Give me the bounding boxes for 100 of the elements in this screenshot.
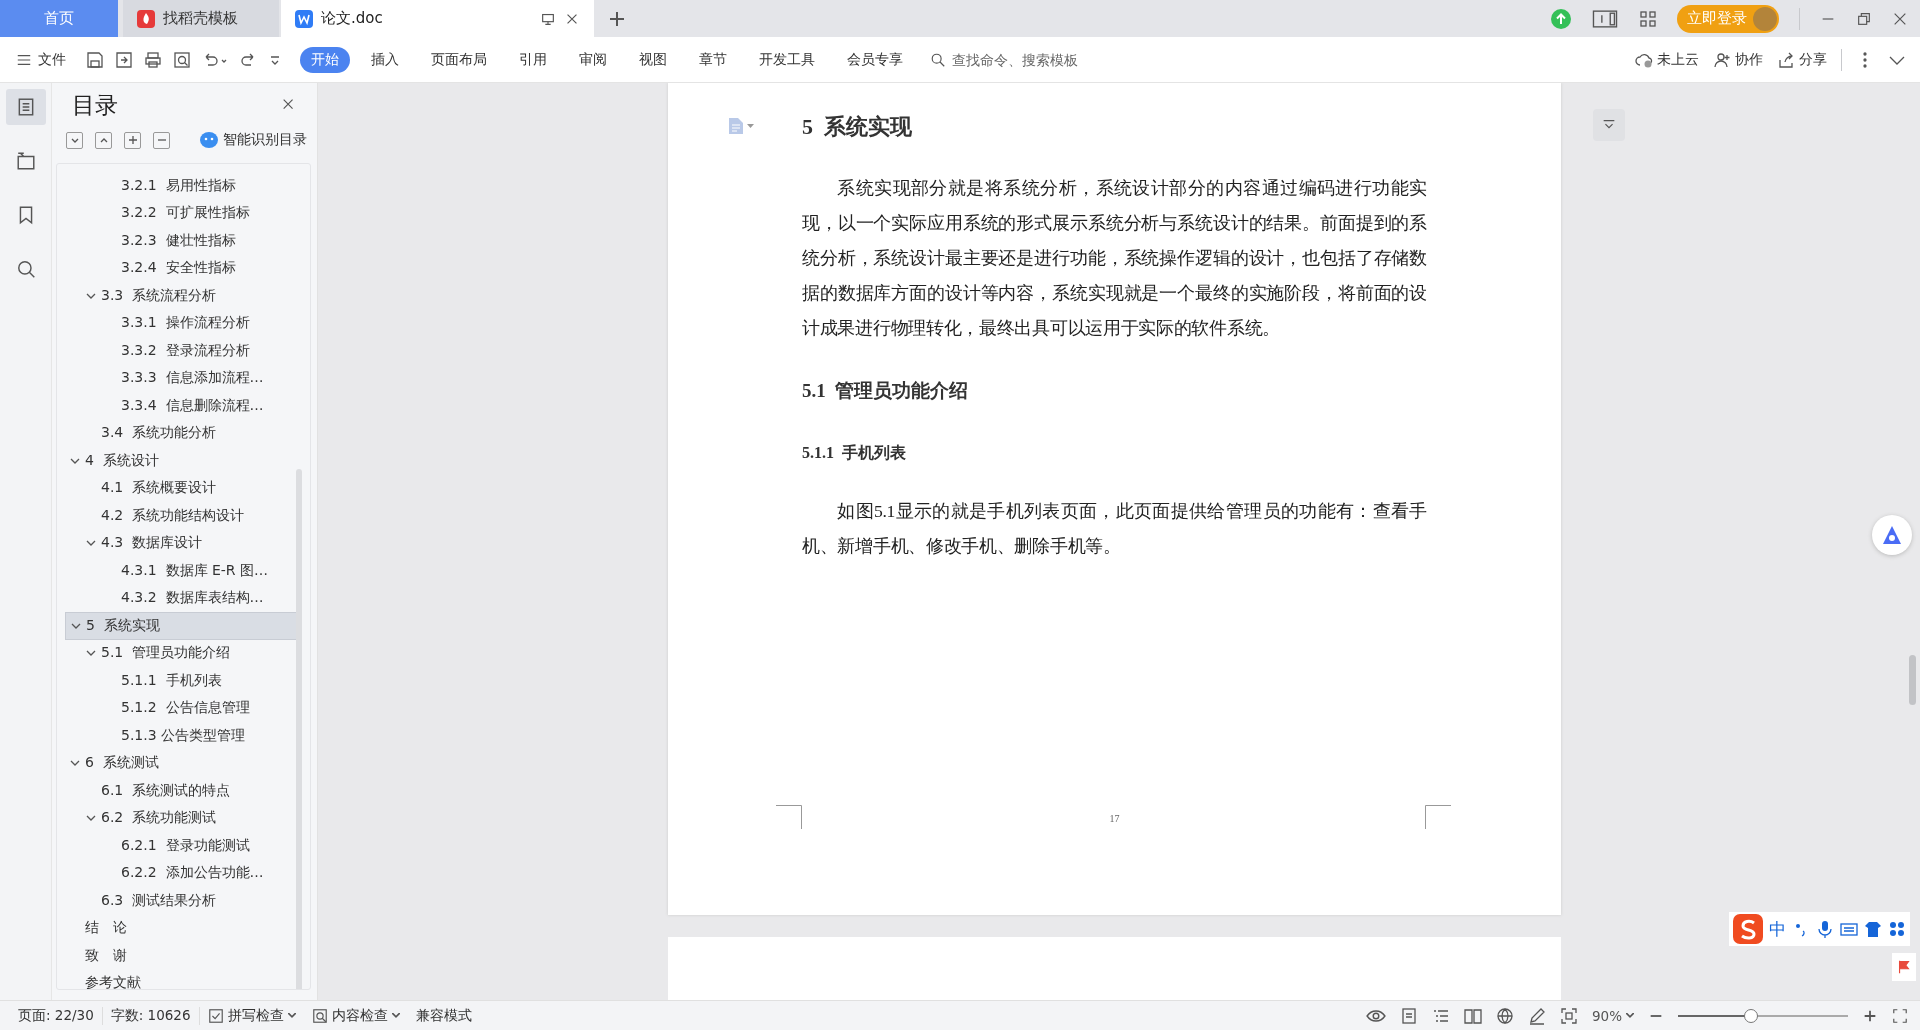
share-icon[interactable] — [1777, 50, 1795, 69]
toc-item[interactable]: 结 论 — [65, 914, 297, 942]
content-check-button[interactable]: 内容检查 — [303, 1006, 408, 1025]
zoom-level[interactable]: 90% — [1592, 1007, 1634, 1024]
caret-icon[interactable] — [391, 1013, 400, 1018]
restore-icon[interactable] — [1856, 10, 1872, 27]
chevron-icon[interactable] — [86, 814, 96, 823]
toc-item[interactable]: 5.1.1 手机列表 — [65, 667, 297, 695]
folder-icon[interactable] — [15, 151, 36, 171]
tab[interactable]: 论文.doc — [281, 0, 594, 37]
plus-icon[interactable] — [608, 9, 626, 28]
toc-item[interactable]: 致 谢 — [65, 942, 297, 970]
export-icon[interactable] — [115, 50, 133, 69]
toc-item[interactable]: 5.1.2 公告信息管理 — [65, 694, 297, 722]
tab[interactable]: 找稻壳模板 — [123, 0, 279, 37]
book-icon[interactable] — [1464, 1006, 1482, 1025]
toc-item[interactable]: 5 系统实现 — [65, 612, 297, 640]
ribbon-tab[interactable]: 插入 — [360, 46, 410, 73]
assistant-button[interactable] — [1872, 515, 1912, 555]
shirt-icon[interactable] — [1864, 920, 1882, 938]
slider-thumb[interactable] — [1744, 1008, 1759, 1023]
chevron-icon[interactable] — [70, 456, 80, 465]
scrollbar[interactable] — [296, 469, 302, 989]
chevron-icon[interactable] — [86, 291, 96, 300]
toc-panel-button[interactable] — [5, 89, 46, 125]
feedback-button[interactable] — [1892, 953, 1916, 981]
page-count[interactable]: 页面: 22/30 — [10, 1006, 103, 1025]
smart-toc-button[interactable]: 智能识别目录 — [200, 131, 307, 149]
search-icon[interactable] — [15, 259, 36, 279]
chevron-icon[interactable] — [86, 539, 96, 548]
toc-item[interactable]: 4.1 系统概要设计 — [65, 474, 297, 502]
toolbar-action[interactable]: 协作 — [1713, 50, 1763, 69]
toc-item[interactable]: 4.3.1 数据库 E-R 图… — [65, 557, 297, 585]
toc-item[interactable]: 3.2.2 可扩展性指标 — [65, 199, 297, 227]
chevron-icon[interactable] — [71, 621, 81, 630]
toc-item[interactable]: 6.3 测试结果分析 — [65, 887, 297, 915]
toolbar-action[interactable]: 分享 — [1777, 50, 1827, 69]
fullscreen-icon[interactable] — [1892, 1007, 1908, 1024]
toolbar-action[interactable]: 未上云 — [1635, 50, 1699, 69]
microphone-icon[interactable] — [1816, 920, 1834, 938]
ribbon-tab[interactable]: 章节 — [688, 46, 738, 73]
toc-item[interactable]: 3.3.1 操作流程分析 — [65, 309, 297, 337]
toc-item[interactable]: 5.1.3 公告类型管理 — [65, 722, 297, 750]
toc-item[interactable]: 3.3 系统流程分析 — [65, 282, 297, 310]
filter-button[interactable] — [1593, 109, 1625, 141]
add-button[interactable] — [124, 131, 141, 149]
pen-icon[interactable] — [1528, 1006, 1546, 1025]
grid-icon[interactable] — [1639, 9, 1657, 28]
ribbon-tab[interactable]: 页面布局 — [420, 46, 498, 73]
keyboard-icon[interactable] — [1840, 920, 1858, 938]
toc-item[interactable]: 3.4 系统功能分析 — [65, 419, 297, 447]
toc-item[interactable]: 6.1 系统测试的特点 — [65, 777, 297, 805]
ime-logo-icon[interactable] — [1733, 914, 1763, 944]
globe-icon[interactable] — [1496, 1006, 1514, 1025]
chevron-icon[interactable] — [86, 649, 96, 658]
search-field[interactable]: 查找命令、搜索模板 — [930, 50, 1104, 69]
remove-button[interactable] — [153, 131, 170, 149]
save-icon[interactable] — [86, 50, 104, 69]
ribbon-tab[interactable]: 审阅 — [568, 46, 618, 73]
toc-item[interactable]: 4 系统设计 — [65, 447, 297, 475]
toc-item[interactable]: 3.2.4 安全性指标 — [65, 254, 297, 282]
toc-item[interactable]: 6 系统测试 — [65, 749, 297, 777]
ribbon-tab[interactable]: 引用 — [508, 46, 558, 73]
ribbon-tab[interactable]: 会员专享 — [836, 46, 914, 73]
ribbon-tab[interactable]: 视图 — [628, 46, 678, 73]
toc-item[interactable]: 3.3.3 信息添加流程… — [65, 364, 297, 392]
fit-page-icon[interactable] — [1560, 1006, 1578, 1025]
apps-icon[interactable] — [1888, 920, 1906, 938]
preview-icon[interactable] — [173, 50, 191, 69]
toc-item[interactable]: 6.2.1 登录功能测试 — [65, 832, 297, 860]
toc-item[interactable]: 4.3 数据库设计 — [65, 529, 297, 557]
toc-item[interactable]: 3.3.2 登录流程分析 — [65, 337, 297, 365]
print-icon[interactable] — [144, 50, 162, 69]
toc-item[interactable]: 6.2 系统功能测试 — [65, 804, 297, 832]
toc-item[interactable]: 3.3.4 信息删除流程… — [65, 392, 297, 420]
toc-item[interactable]: 5.1 管理员功能介绍 — [65, 639, 297, 667]
person-add-icon[interactable] — [1713, 50, 1731, 69]
file-menu[interactable]: 文件 — [16, 50, 66, 69]
toc-item[interactable]: 4.2 系统功能结构设计 — [65, 502, 297, 530]
ribbon-tab[interactable]: 开发工具 — [748, 46, 826, 73]
inspect-icon[interactable] — [311, 1007, 328, 1024]
toc-item[interactable]: 4.3.2 数据库表结构… — [65, 584, 297, 612]
word-count[interactable]: 字数: 10626 — [102, 1006, 200, 1025]
caret-icon[interactable] — [287, 1013, 296, 1018]
toc-item[interactable]: 参考文献 — [65, 969, 297, 989]
search-icon[interactable] — [930, 51, 946, 68]
tablet-icon[interactable] — [1591, 7, 1619, 30]
toc-item[interactable]: 6.2.2 添加公告功能… — [65, 859, 297, 887]
toc-item[interactable]: 3.2.3 健壮性指标 — [65, 227, 297, 255]
expand-button[interactable] — [66, 131, 83, 149]
spell-check-button[interactable]: 拼写检查 — [199, 1006, 304, 1025]
page-view-icon[interactable] — [1400, 1006, 1418, 1025]
avatar-icon — [1753, 6, 1777, 31]
chevron-icon[interactable] — [70, 759, 80, 768]
scrollbar[interactable] — [1909, 655, 1916, 705]
ime-mode-button[interactable]: 中 — [1769, 917, 1786, 941]
check-icon[interactable] — [207, 1007, 224, 1024]
collapse-button[interactable] — [95, 131, 112, 149]
ribbon-tab[interactable]: 开始 — [300, 46, 350, 73]
toc-item[interactable]: 3.2.1 易用性指标 — [65, 172, 297, 200]
